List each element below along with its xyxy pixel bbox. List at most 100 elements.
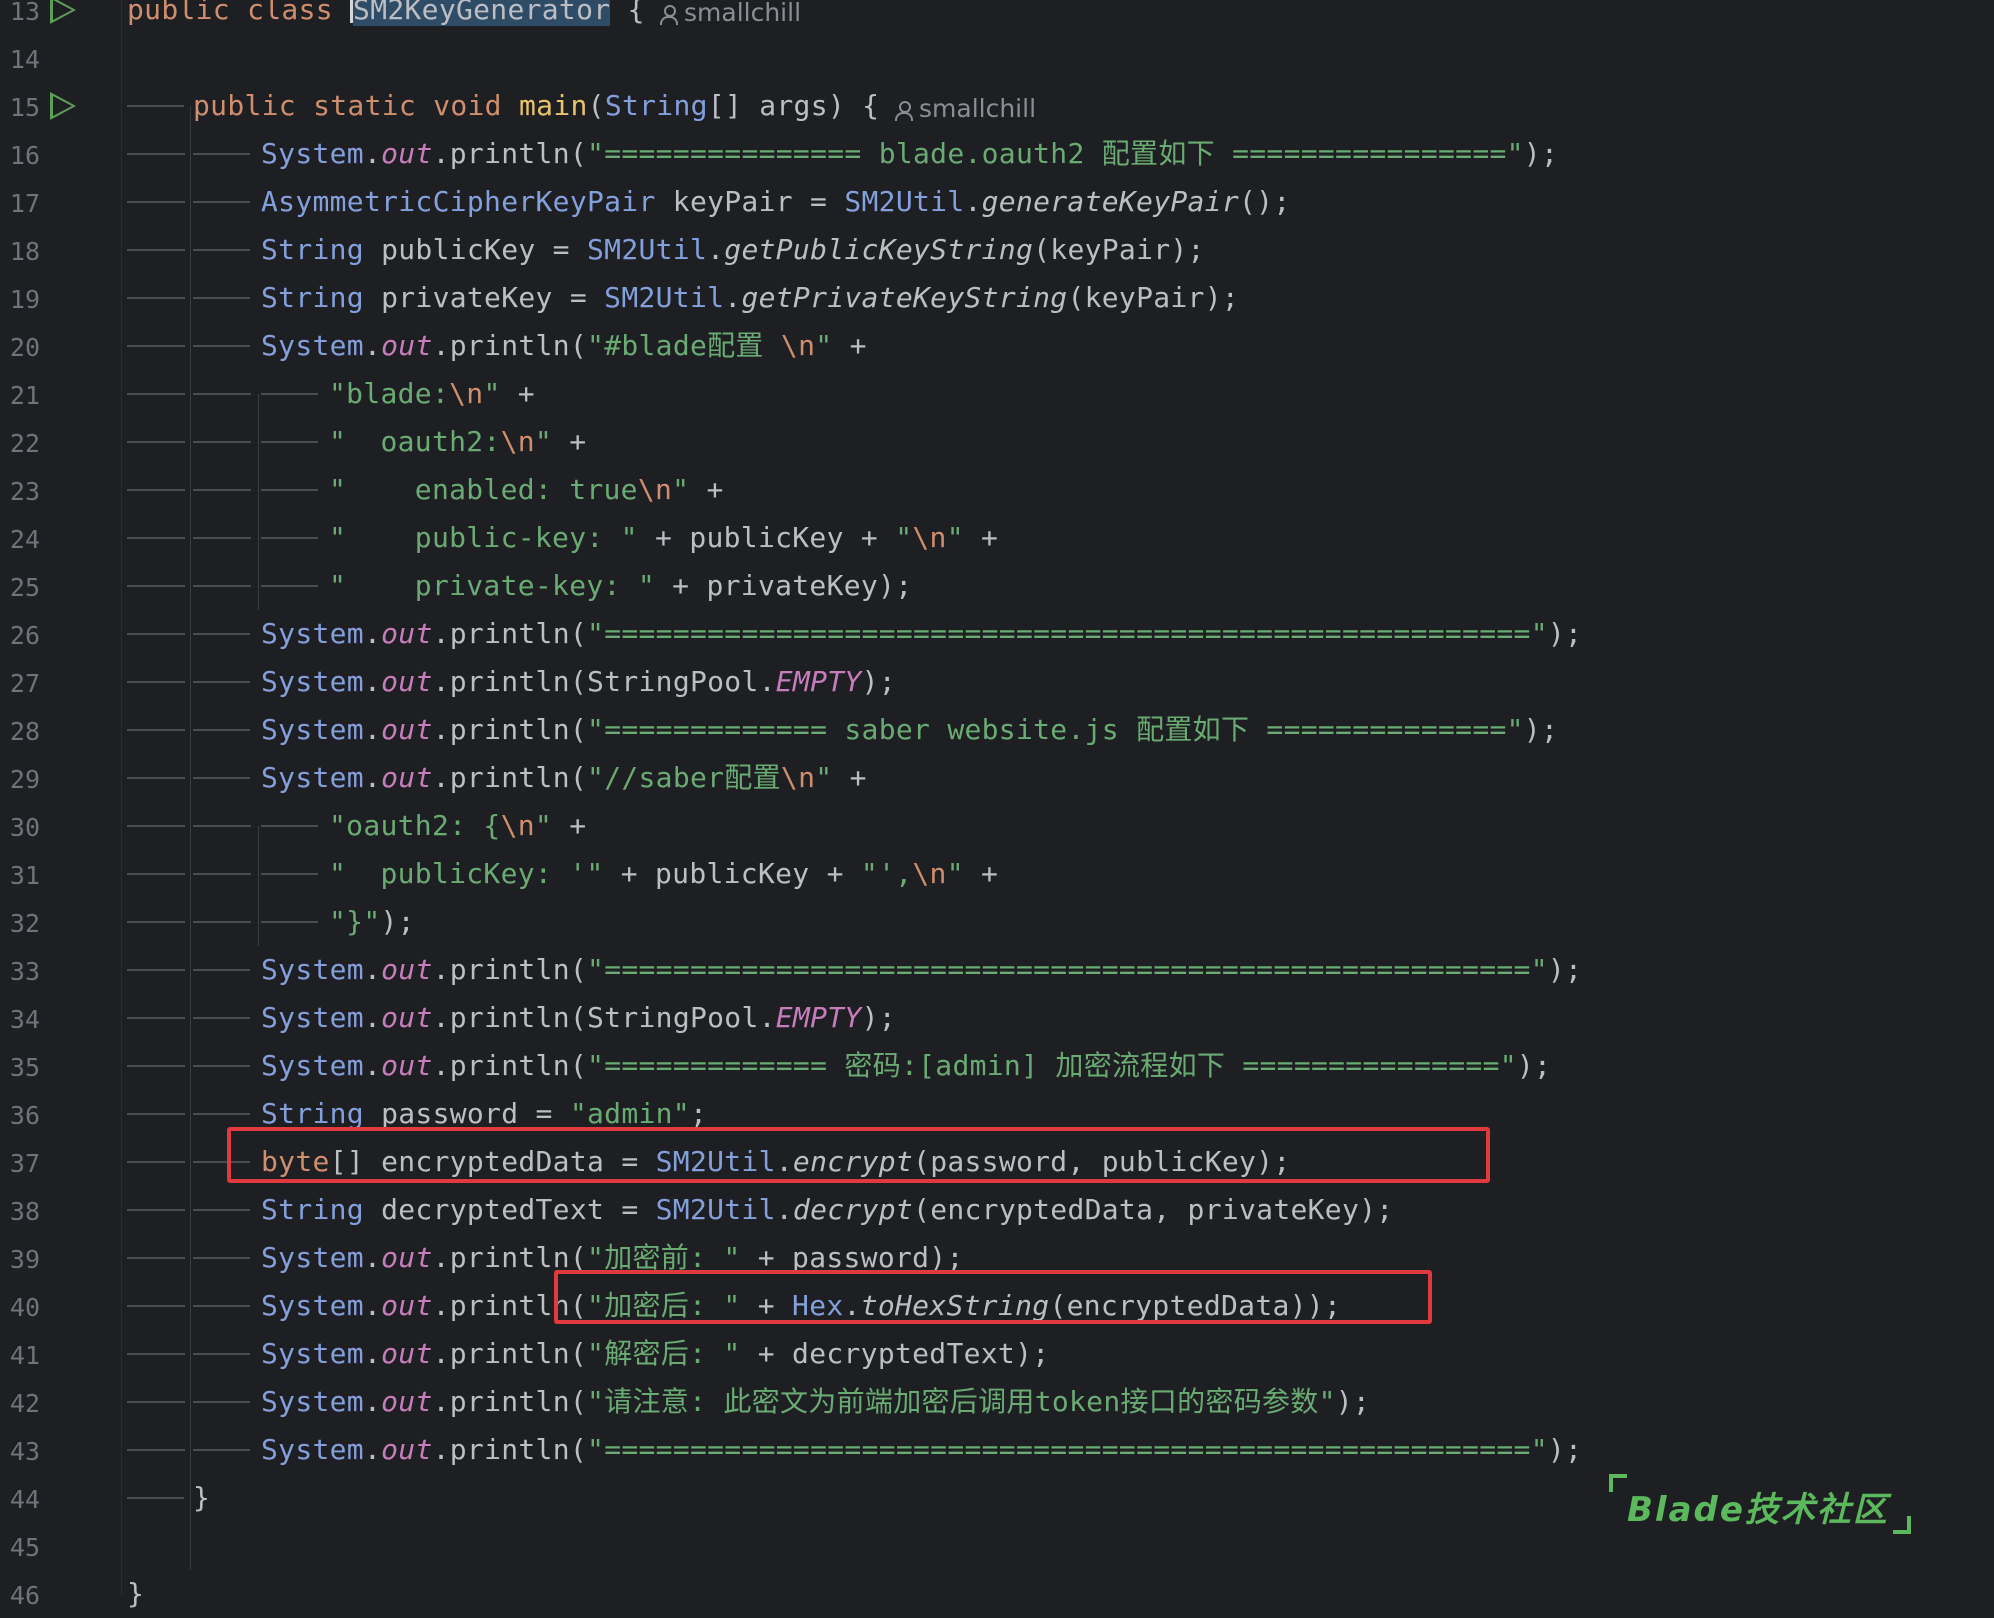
code-text[interactable]: String password = "admin"; xyxy=(261,1098,707,1130)
code-text[interactable]: System.out.println("====================… xyxy=(261,618,1582,650)
line-number[interactable]: 38 xyxy=(0,1199,40,1224)
code-text[interactable]: " oauth2:\n" + xyxy=(329,426,586,458)
line-number[interactable]: 41 xyxy=(0,1343,40,1368)
code-line-22[interactable]: 22 " oauth2:\n" + xyxy=(0,418,1994,466)
code-line-18[interactable]: 18 String publicKey = SM2Util.getPublicKe… xyxy=(0,226,1994,274)
code-text[interactable]: public static void main(String[] args) { xyxy=(193,90,879,122)
code-line-43[interactable]: 43 System.out.println("==================… xyxy=(0,1426,1994,1474)
code-text[interactable]: "oauth2: {\n" + xyxy=(329,810,586,842)
line-number[interactable]: 14 xyxy=(0,47,40,72)
code-text[interactable]: } xyxy=(193,1482,210,1514)
code-text[interactable]: System.out.println(StringPool.EMPTY); xyxy=(261,666,896,698)
line-number[interactable]: 29 xyxy=(0,767,40,792)
run-gutter-icon[interactable] xyxy=(50,0,76,24)
code-line-46[interactable]: 46} xyxy=(0,1570,1994,1618)
line-number[interactable]: 30 xyxy=(0,815,40,840)
line-number[interactable]: 40 xyxy=(0,1295,40,1320)
line-number[interactable]: 39 xyxy=(0,1247,40,1272)
line-number[interactable]: 27 xyxy=(0,671,40,696)
code-line-32[interactable]: 32 "}"); xyxy=(0,898,1994,946)
code-text[interactable]: System.out.println("//saber配置\n" + xyxy=(261,762,867,794)
code-line-23[interactable]: 23 " enabled: true\n" + xyxy=(0,466,1994,514)
line-number[interactable]: 25 xyxy=(0,575,40,600)
code-text[interactable]: System.out.println(StringPool.EMPTY); xyxy=(261,1002,896,1034)
author-inlay-hint[interactable]: smallchill xyxy=(895,94,1036,123)
code-line-41[interactable]: 41 System.out.println("解密后: " + decrypted… xyxy=(0,1330,1994,1378)
code-line-16[interactable]: 16 System.out.println("=============== bl… xyxy=(0,130,1994,178)
code-line-25[interactable]: 25 " private-key: " + privateKey); xyxy=(0,562,1994,610)
code-line-28[interactable]: 28 System.out.println("============= sabe… xyxy=(0,706,1994,754)
code-line-29[interactable]: 29 System.out.println("//saber配置\n" + xyxy=(0,754,1994,802)
indent-guide xyxy=(127,489,185,491)
code-line-31[interactable]: 31 " publicKey: '" + publicKey + "',\n" + xyxy=(0,850,1994,898)
line-number[interactable]: 31 xyxy=(0,863,40,888)
code-line-30[interactable]: 30 "oauth2: {\n" + xyxy=(0,802,1994,850)
line-number[interactable]: 21 xyxy=(0,383,40,408)
author-inlay-hint[interactable]: smallchill xyxy=(660,0,801,27)
line-number[interactable]: 33 xyxy=(0,959,40,984)
line-number[interactable]: 17 xyxy=(0,191,40,216)
code-line-27[interactable]: 27 System.out.println(StringPool.EMPTY); xyxy=(0,658,1994,706)
code-text[interactable]: System.out.println("请注意: 此密文为前端加密后调用toke… xyxy=(261,1386,1370,1418)
indent-guide xyxy=(193,825,251,827)
code-text[interactable]: "blade:\n" + xyxy=(329,378,535,410)
code-line-19[interactable]: 19 String privateKey = SM2Util.getPrivate… xyxy=(0,274,1994,322)
line-number[interactable]: 13 xyxy=(0,0,40,24)
line-number[interactable]: 42 xyxy=(0,1391,40,1416)
code-line-20[interactable]: 20 System.out.println("#blade配置 \n" + xyxy=(0,322,1994,370)
line-number[interactable]: 36 xyxy=(0,1103,40,1128)
code-text[interactable]: AsymmetricCipherKeyPair keyPair = SM2Uti… xyxy=(261,186,1291,218)
line-number[interactable]: 45 xyxy=(0,1535,40,1560)
code-text[interactable]: " private-key: " + privateKey); xyxy=(329,570,912,602)
code-line-38[interactable]: 38 String decryptedText = SM2Util.decrypt… xyxy=(0,1186,1994,1234)
line-number[interactable]: 34 xyxy=(0,1007,40,1032)
code-text[interactable]: System.out.println("============= 密码:[ad… xyxy=(261,1050,1551,1082)
code-text[interactable]: "}"); xyxy=(329,906,415,938)
indent-guide xyxy=(127,921,185,923)
code-line-15[interactable]: 15 public static void main(String[] args)… xyxy=(0,82,1994,130)
code-text[interactable]: String privateKey = SM2Util.getPrivateKe… xyxy=(261,282,1239,314)
code-text[interactable]: String publicKey = SM2Util.getPublicKeyS… xyxy=(261,234,1205,266)
code-line-13[interactable]: 13 public class SM2KeyGenerator { smallchi… xyxy=(0,0,1994,34)
line-number[interactable]: 37 xyxy=(0,1151,40,1176)
code-line-33[interactable]: 33 System.out.println("==================… xyxy=(0,946,1994,994)
line-number[interactable]: 22 xyxy=(0,431,40,456)
line-number[interactable]: 46 xyxy=(0,1583,40,1608)
line-number[interactable]: 15 xyxy=(0,95,40,120)
line-number[interactable]: 16 xyxy=(0,143,40,168)
line-number[interactable]: 23 xyxy=(0,479,40,504)
code-text[interactable]: System.out.println("====================… xyxy=(261,1434,1582,1466)
selected-class-name[interactable]: SM2KeyGenerator xyxy=(353,0,611,26)
code-text[interactable]: } xyxy=(127,1578,144,1610)
line-number[interactable]: 19 xyxy=(0,287,40,312)
code-text[interactable]: System.out.println("=============== blad… xyxy=(261,138,1558,170)
line-number[interactable]: 32 xyxy=(0,911,40,936)
code-line-21[interactable]: 21 "blade:\n" + xyxy=(0,370,1994,418)
code-text[interactable]: " public-key: " + publicKey + "\n" + xyxy=(329,522,998,554)
code-line-17[interactable]: 17 AsymmetricCipherKeyPair keyPair = SM2U… xyxy=(0,178,1994,226)
line-number[interactable]: 43 xyxy=(0,1439,40,1464)
code-text[interactable]: System.out.println("====================… xyxy=(261,954,1582,986)
line-number[interactable]: 24 xyxy=(0,527,40,552)
code-line-14[interactable]: 14 xyxy=(0,34,1994,82)
code-text[interactable]: System.out.println("#blade配置 \n" + xyxy=(261,330,867,362)
code-editor[interactable]: 13 public class SM2KeyGenerator { smallchi… xyxy=(0,0,1994,1610)
code-text[interactable]: " enabled: true\n" + xyxy=(329,474,724,506)
code-text[interactable]: System.out.println("============= saber … xyxy=(261,714,1558,746)
line-number[interactable]: 26 xyxy=(0,623,40,648)
code-line-35[interactable]: 35 System.out.println("============= 密码:[… xyxy=(0,1042,1994,1090)
code-line-34[interactable]: 34 System.out.println(StringPool.EMPTY); xyxy=(0,994,1994,1042)
code-line-42[interactable]: 42 System.out.println("请注意: 此密文为前端加密后调用to… xyxy=(0,1378,1994,1426)
code-line-24[interactable]: 24 " public-key: " + publicKey + "\n" + xyxy=(0,514,1994,562)
code-text[interactable]: public class SM2KeyGenerator { xyxy=(127,0,645,26)
line-number[interactable]: 20 xyxy=(0,335,40,360)
line-number[interactable]: 28 xyxy=(0,719,40,744)
run-gutter-icon[interactable] xyxy=(50,92,76,120)
line-number[interactable]: 44 xyxy=(0,1487,40,1512)
code-line-26[interactable]: 26 System.out.println("==================… xyxy=(0,610,1994,658)
code-text[interactable]: " publicKey: '" + publicKey + "',\n" + xyxy=(329,858,998,890)
line-number[interactable]: 18 xyxy=(0,239,40,264)
code-text[interactable]: String decryptedText = SM2Util.decrypt(e… xyxy=(261,1194,1393,1226)
line-number[interactable]: 35 xyxy=(0,1055,40,1080)
code-text[interactable]: System.out.println("解密后: " + decryptedTe… xyxy=(261,1338,1049,1370)
